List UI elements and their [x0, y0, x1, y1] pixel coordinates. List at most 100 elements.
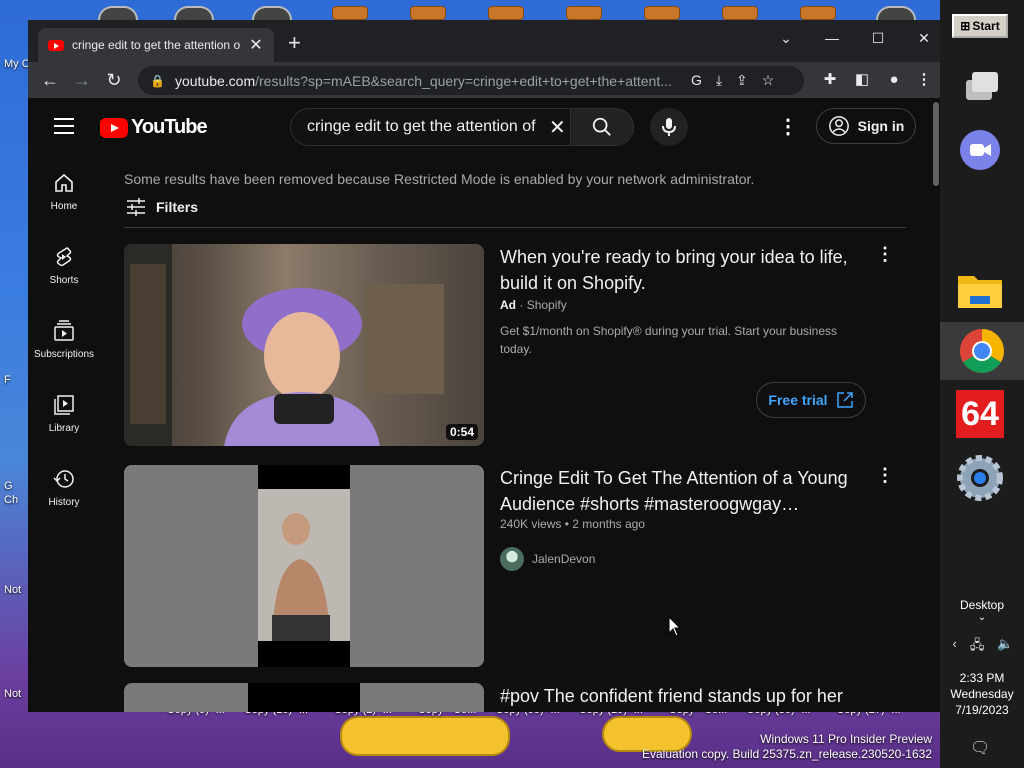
desktop-icon[interactable] — [410, 6, 446, 20]
volume-icon[interactable]: 🔈 — [997, 636, 1013, 658]
extensions-puzzle-icon[interactable]: ✚ — [818, 68, 842, 92]
desktop-icon[interactable] — [252, 6, 292, 20]
clear-search-icon[interactable]: ✕ — [549, 115, 566, 140]
desktop-icon[interactable] — [644, 6, 680, 20]
close-window-button[interactable]: ✕ — [908, 26, 940, 50]
maximize-button[interactable]: ☐ — [862, 26, 894, 50]
scrollbar-thumb[interactable] — [933, 102, 939, 186]
bookmark-star-icon[interactable]: ☆ — [762, 72, 775, 89]
desktop-icon-label[interactable]: Ch — [4, 494, 18, 506]
desktop-icon[interactable] — [722, 6, 758, 20]
more-options-icon[interactable]: ⋮ — [876, 465, 894, 486]
task-view-icon[interactable] — [956, 62, 1004, 110]
address-bar[interactable]: 🔒 youtube.com/results?sp=mAEB&search_que… — [138, 66, 804, 95]
channel-avatar[interactable] — [500, 547, 524, 571]
desktop-icon[interactable] — [800, 6, 836, 20]
voice-search-button[interactable] — [650, 108, 688, 146]
video-title[interactable]: When you're ready to bring your idea to … — [500, 244, 860, 296]
advertiser-name[interactable]: Shopify — [527, 298, 567, 312]
sidebar-item-subscriptions[interactable]: Subscriptions — [28, 302, 100, 376]
video-thumbnail[interactable] — [124, 465, 484, 667]
forward-button[interactable]: → — [70, 68, 94, 92]
youtube-logo-text: YouTube — [131, 116, 208, 138]
desktop-icon-label[interactable]: Not — [4, 688, 21, 700]
settings-more-icon[interactable]: ⋮ — [778, 114, 798, 139]
watermark-line: Evaluation copy. Build 25375.zn_release.… — [642, 747, 932, 761]
clock-date: 7/19/2023 — [955, 703, 1009, 717]
desktop-icon[interactable] — [174, 6, 214, 20]
chrome-taskbar-icon[interactable] — [940, 322, 1024, 380]
chrome-menu-icon[interactable]: ⋮ — [912, 68, 936, 92]
side-panel-icon[interactable]: ◧ — [850, 68, 874, 92]
desktop-icon[interactable] — [332, 6, 368, 20]
filters-icon — [127, 198, 145, 216]
youtube-logo[interactable]: YouTube — [100, 116, 208, 139]
share-icon[interactable]: ⇪ — [736, 72, 748, 89]
install-app-icon[interactable]: ⤓ — [716, 72, 722, 89]
url-text[interactable]: youtube.com/results?sp=mAEB&search_query… — [175, 73, 681, 89]
desktop-icon-label[interactable]: Not — [4, 584, 21, 596]
browser-tab[interactable]: cringe edit to get the attention of ✕ — [38, 28, 274, 62]
minimize-button[interactable]: — — [816, 26, 848, 50]
settings-gear-icon[interactable] — [956, 454, 1004, 502]
history-icon — [53, 469, 74, 488]
menu-hamburger-icon[interactable] — [54, 118, 74, 134]
network-icon[interactable]: 🖧 — [970, 636, 985, 658]
desktop-icon-label[interactable]: F — [4, 374, 11, 386]
desktop-icon[interactable] — [98, 6, 138, 20]
lock-icon[interactable]: 🔒 — [150, 74, 165, 88]
home-icon — [55, 173, 73, 192]
sidebar-item-library[interactable]: Library — [28, 376, 100, 450]
tab-close-icon[interactable]: ✕ — [248, 35, 264, 55]
show-desktop-button[interactable]: Desktop ⌄ — [940, 598, 1024, 623]
desktop-icon[interactable] — [876, 6, 916, 20]
new-tab-button[interactable]: + — [288, 32, 301, 54]
browser-toolbar: ← → ↻ 🔒 youtube.com/results?sp=mAEB&sear… — [28, 62, 940, 98]
start-button[interactable]: ⊞ Start — [952, 14, 1008, 38]
divider — [124, 227, 906, 228]
chevron-left-icon[interactable]: ‹ — [952, 636, 956, 658]
desktop-icon[interactable] — [566, 6, 602, 20]
search-input[interactable]: cringe edit to get the attention of ✕ — [290, 108, 572, 146]
sidebar-item-history[interactable]: History — [28, 450, 100, 524]
channel-name[interactable]: JalenDevon — [532, 552, 595, 566]
tab-search-icon[interactable]: ⌄ — [770, 26, 802, 50]
mouse-cursor-icon — [668, 616, 682, 637]
url-path: /results?sp=mAEB&search_query=cringe+edi… — [255, 72, 672, 89]
file-explorer-icon[interactable] — [956, 266, 1004, 314]
sidebar-item-home[interactable]: Home — [28, 154, 100, 228]
video-title[interactable]: #pov The confident friend stands up for … — [500, 683, 860, 709]
youtube-sidebar: Home Shorts Subscriptions Library Histor… — [28, 154, 100, 524]
back-button[interactable]: ← — [38, 68, 62, 92]
sidebar-item-shorts[interactable]: Shorts — [28, 228, 100, 302]
clock[interactable]: 2:33 PM Wednesday 7/19/2023 — [940, 670, 1024, 718]
video-title[interactable]: Cringe Edit To Get The Attention of a Yo… — [500, 465, 860, 517]
external-link-icon — [836, 392, 853, 408]
desktop-icon-label[interactable]: My C — [4, 58, 30, 70]
sidebar-item-label: Library — [48, 422, 80, 434]
desktop-icon[interactable] — [488, 6, 524, 20]
youtube-page: YouTube cringe edit to get the attention… — [28, 98, 932, 712]
desktop-icon-label[interactable]: G — [4, 480, 13, 492]
free-trial-button[interactable]: Free trial — [756, 382, 866, 418]
title-line: When you're ready to bring your idea to … — [500, 247, 848, 267]
filters-button[interactable]: Filters — [126, 198, 198, 216]
profile-icon[interactable]: ● — [882, 68, 906, 92]
scrollbar[interactable] — [932, 98, 940, 712]
sidebar-item-label: Shorts — [49, 274, 79, 286]
reload-button[interactable]: ↻ — [102, 68, 126, 92]
google-lens-icon[interactable]: G — [691, 72, 702, 89]
watermark-line: Windows 11 Pro Insider Preview — [760, 732, 932, 746]
search-icon — [592, 117, 611, 136]
sign-in-button[interactable]: Sign in — [816, 108, 916, 144]
notification-icon[interactable]: 🗨 — [970, 738, 990, 758]
channel-link[interactable]: JalenDevon — [500, 547, 595, 571]
more-options-icon[interactable]: ⋮ — [876, 244, 894, 265]
search-button[interactable] — [570, 108, 634, 146]
ad-meta: Ad · Shopify — [500, 298, 567, 312]
app-64-icon[interactable]: 64 — [956, 390, 1004, 438]
video-thumbnail[interactable] — [124, 683, 484, 712]
video-thumbnail[interactable]: 0:54 — [124, 244, 484, 446]
teams-chat-icon[interactable] — [956, 126, 1004, 174]
desktop-top-icons — [0, 0, 940, 20]
